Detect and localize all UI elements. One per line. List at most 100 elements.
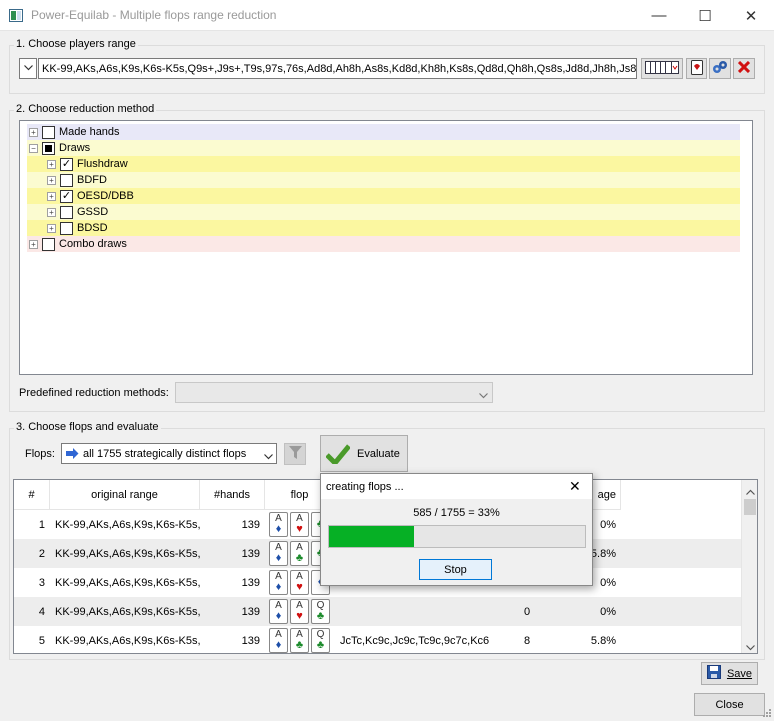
- playing-card: A ♦: [269, 599, 288, 624]
- range-input[interactable]: KK-99,AKs,A6s,K9s,K6s-K5s,Q9s+,J9s+,T9s,…: [38, 58, 637, 79]
- reduction-method-title: 2. Choose reduction method: [14, 103, 157, 115]
- tree-item-label: BDSD: [77, 222, 108, 234]
- playing-card: A ♥: [290, 599, 309, 624]
- tree-checkbox[interactable]: [60, 221, 73, 235]
- expander-icon[interactable]: +: [47, 207, 56, 217]
- tree-item-label: OESD/DBB: [77, 190, 134, 202]
- predefined-methods-select[interactable]: [175, 382, 493, 403]
- close-button[interactable]: Close: [694, 693, 765, 716]
- tree-item[interactable]: + BDSD: [27, 220, 740, 236]
- tree-checkbox[interactable]: [42, 141, 55, 155]
- expander-icon[interactable]: −: [29, 143, 38, 153]
- minimize-button[interactable]: —: [636, 0, 682, 31]
- filter-button[interactable]: [284, 443, 306, 465]
- resize-grip[interactable]: [762, 708, 772, 718]
- suit-icon: ♦: [275, 610, 282, 622]
- tree-checkbox[interactable]: ✓: [60, 189, 73, 203]
- tree-item[interactable]: + Combo draws: [27, 236, 740, 252]
- progress-bar: [328, 525, 586, 548]
- row-number: 3: [38, 576, 45, 589]
- expander-icon[interactable]: +: [47, 223, 56, 233]
- suit-icon: ♦: [275, 523, 282, 535]
- tree-item-label: GSSD: [77, 206, 109, 218]
- row-number: 1: [38, 518, 45, 531]
- column-header[interactable]: #: [14, 480, 50, 510]
- suit-icon: ♦: [275, 552, 282, 564]
- expander-icon[interactable]: +: [47, 175, 56, 185]
- chevron-up-icon[interactable]: [746, 486, 755, 498]
- expander-icon[interactable]: +: [29, 239, 38, 249]
- row-count: 0: [523, 605, 531, 618]
- expander-icon[interactable]: +: [47, 191, 56, 201]
- column-header[interactable]: original range: [50, 480, 200, 510]
- clear-range-button[interactable]: [733, 58, 755, 79]
- suit-icon: ♣: [295, 552, 304, 564]
- expander-icon[interactable]: +: [29, 127, 38, 137]
- range-history-dropdown[interactable]: [19, 58, 37, 79]
- predefined-methods-label: Predefined reduction methods:: [19, 387, 169, 399]
- table-row[interactable]: 4 KK-99,AKs,A6s,K9s,K6s-K5s,Q 139 A ♦ A ♥ Q ♣ 0 0%: [14, 597, 742, 626]
- table-row[interactable]: 5 KK-99,AKs,A6s,K9s,K6s-K5s,Q 139 A ♦ A ♣ Q ♣ JcT…: [14, 626, 742, 653]
- playing-card: A ♦: [269, 541, 288, 566]
- reduction-tree[interactable]: + Made hands − Draws + ✓ Flushdraw + BDFD + ✓ OESD/…: [19, 120, 753, 375]
- row-hands: 139: [241, 576, 260, 589]
- playing-card: A ♦: [269, 512, 288, 537]
- playing-card: A ♥: [290, 512, 309, 537]
- suit-icon: ♥: [296, 581, 303, 593]
- column-header[interactable]: #hands: [200, 480, 265, 510]
- tree-checkbox[interactable]: [60, 205, 73, 219]
- checkmark-icon: [325, 444, 351, 467]
- progress-dialog: creating flops ... ✕ 585 / 1755 = 33% St…: [320, 473, 593, 586]
- tree-checkbox[interactable]: [60, 173, 73, 187]
- dialog-title-bar: creating flops ... ✕: [321, 474, 592, 499]
- maximize-button[interactable]: ☐: [682, 0, 728, 31]
- tree-checkbox[interactable]: ✓: [60, 157, 73, 171]
- dialog-title: creating flops ...: [326, 481, 404, 493]
- tree-checkbox[interactable]: [42, 237, 55, 251]
- scrollbar-thumb[interactable]: [744, 499, 756, 515]
- window-title: Power-Equilab - Multiple flops range red…: [31, 8, 277, 22]
- tree-item[interactable]: + ✓ OESD/DBB: [27, 188, 740, 204]
- row-flop: A ♦ A ♥ Q ♣: [265, 597, 335, 626]
- tree-item[interactable]: + BDFD: [27, 172, 740, 188]
- chevron-down-icon[interactable]: [746, 642, 755, 653]
- chevron-down-icon: [264, 451, 273, 463]
- range-matrix-button[interactable]: [641, 58, 683, 79]
- row-hands: 139: [241, 634, 260, 647]
- evaluate-button[interactable]: Evaluate: [320, 435, 408, 472]
- suit-icon: ♥: [296, 610, 303, 622]
- tree-item[interactable]: + Made hands: [27, 124, 740, 140]
- flops-select-value: all 1755 strategically distinct flops: [83, 448, 247, 460]
- row-range: KK-99,AKs,A6s,K9s,K6s-K5s,Q: [55, 518, 200, 531]
- single-card-button[interactable]: [686, 58, 707, 79]
- row-percentage: 5.8%: [590, 634, 616, 647]
- row-hands: 139: [241, 547, 260, 560]
- close-window-button[interactable]: ✕: [728, 0, 774, 31]
- table-scrollbar[interactable]: [741, 480, 757, 653]
- row-combos: [335, 597, 498, 626]
- playing-card-icon: [690, 59, 703, 78]
- expander-icon[interactable]: +: [47, 159, 56, 169]
- row-range: KK-99,AKs,A6s,K9s,K6s-K5s,Q: [55, 576, 200, 589]
- row-hands: 139: [241, 605, 260, 618]
- row-count: 8: [523, 634, 531, 647]
- stop-button[interactable]: Stop: [419, 559, 492, 580]
- row-flop: A ♦ A ♣ Q ♣: [265, 626, 335, 653]
- tree-item-label: BDFD: [77, 174, 107, 186]
- suit-icon: ♦: [275, 581, 282, 593]
- flops-select[interactable]: all 1755 strategically distinct flops: [61, 443, 277, 464]
- row-hands: 139: [241, 518, 260, 531]
- tree-item[interactable]: − Draws: [27, 140, 740, 156]
- tree-item[interactable]: + GSSD: [27, 204, 740, 220]
- card-grid-icon: [645, 60, 679, 77]
- playing-card: Q ♣: [311, 628, 330, 653]
- close-icon[interactable]: ✕: [569, 478, 581, 495]
- row-number: 2: [38, 547, 45, 560]
- save-button[interactable]: Save: [701, 662, 758, 685]
- range-tools-button[interactable]: [709, 58, 731, 79]
- chevron-down-icon: [479, 390, 488, 402]
- progress-text: 585 / 1755 = 33%: [413, 507, 500, 519]
- red-x-icon: [737, 60, 751, 76]
- tree-checkbox[interactable]: [42, 125, 55, 139]
- tree-item[interactable]: + ✓ Flushdraw: [27, 156, 740, 172]
